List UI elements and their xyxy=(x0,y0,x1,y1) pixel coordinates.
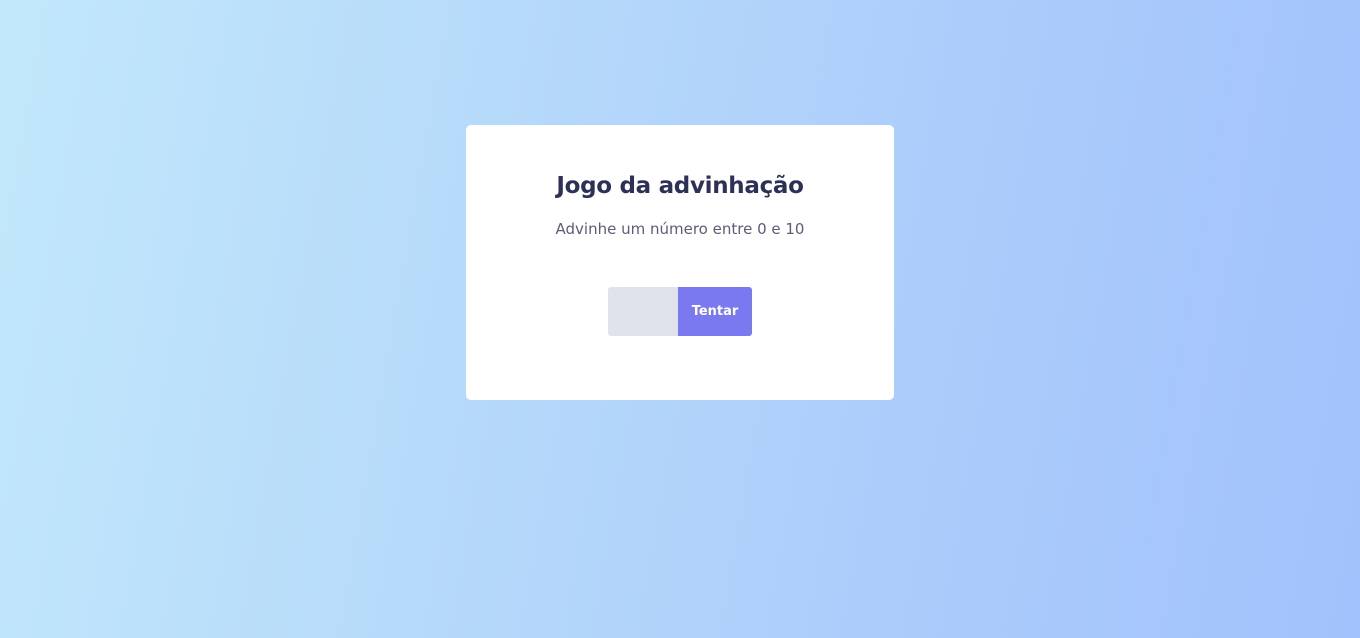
game-instructions: Advinhe um número entre 0 e 10 xyxy=(555,220,805,238)
game-title: Jogo da advinhação xyxy=(556,173,804,199)
game-card: Jogo da advinhação Advinhe um número ent… xyxy=(466,125,894,400)
guess-input[interactable] xyxy=(608,287,678,336)
try-button[interactable]: Tentar xyxy=(678,287,752,336)
guess-form: Tentar xyxy=(608,287,752,336)
